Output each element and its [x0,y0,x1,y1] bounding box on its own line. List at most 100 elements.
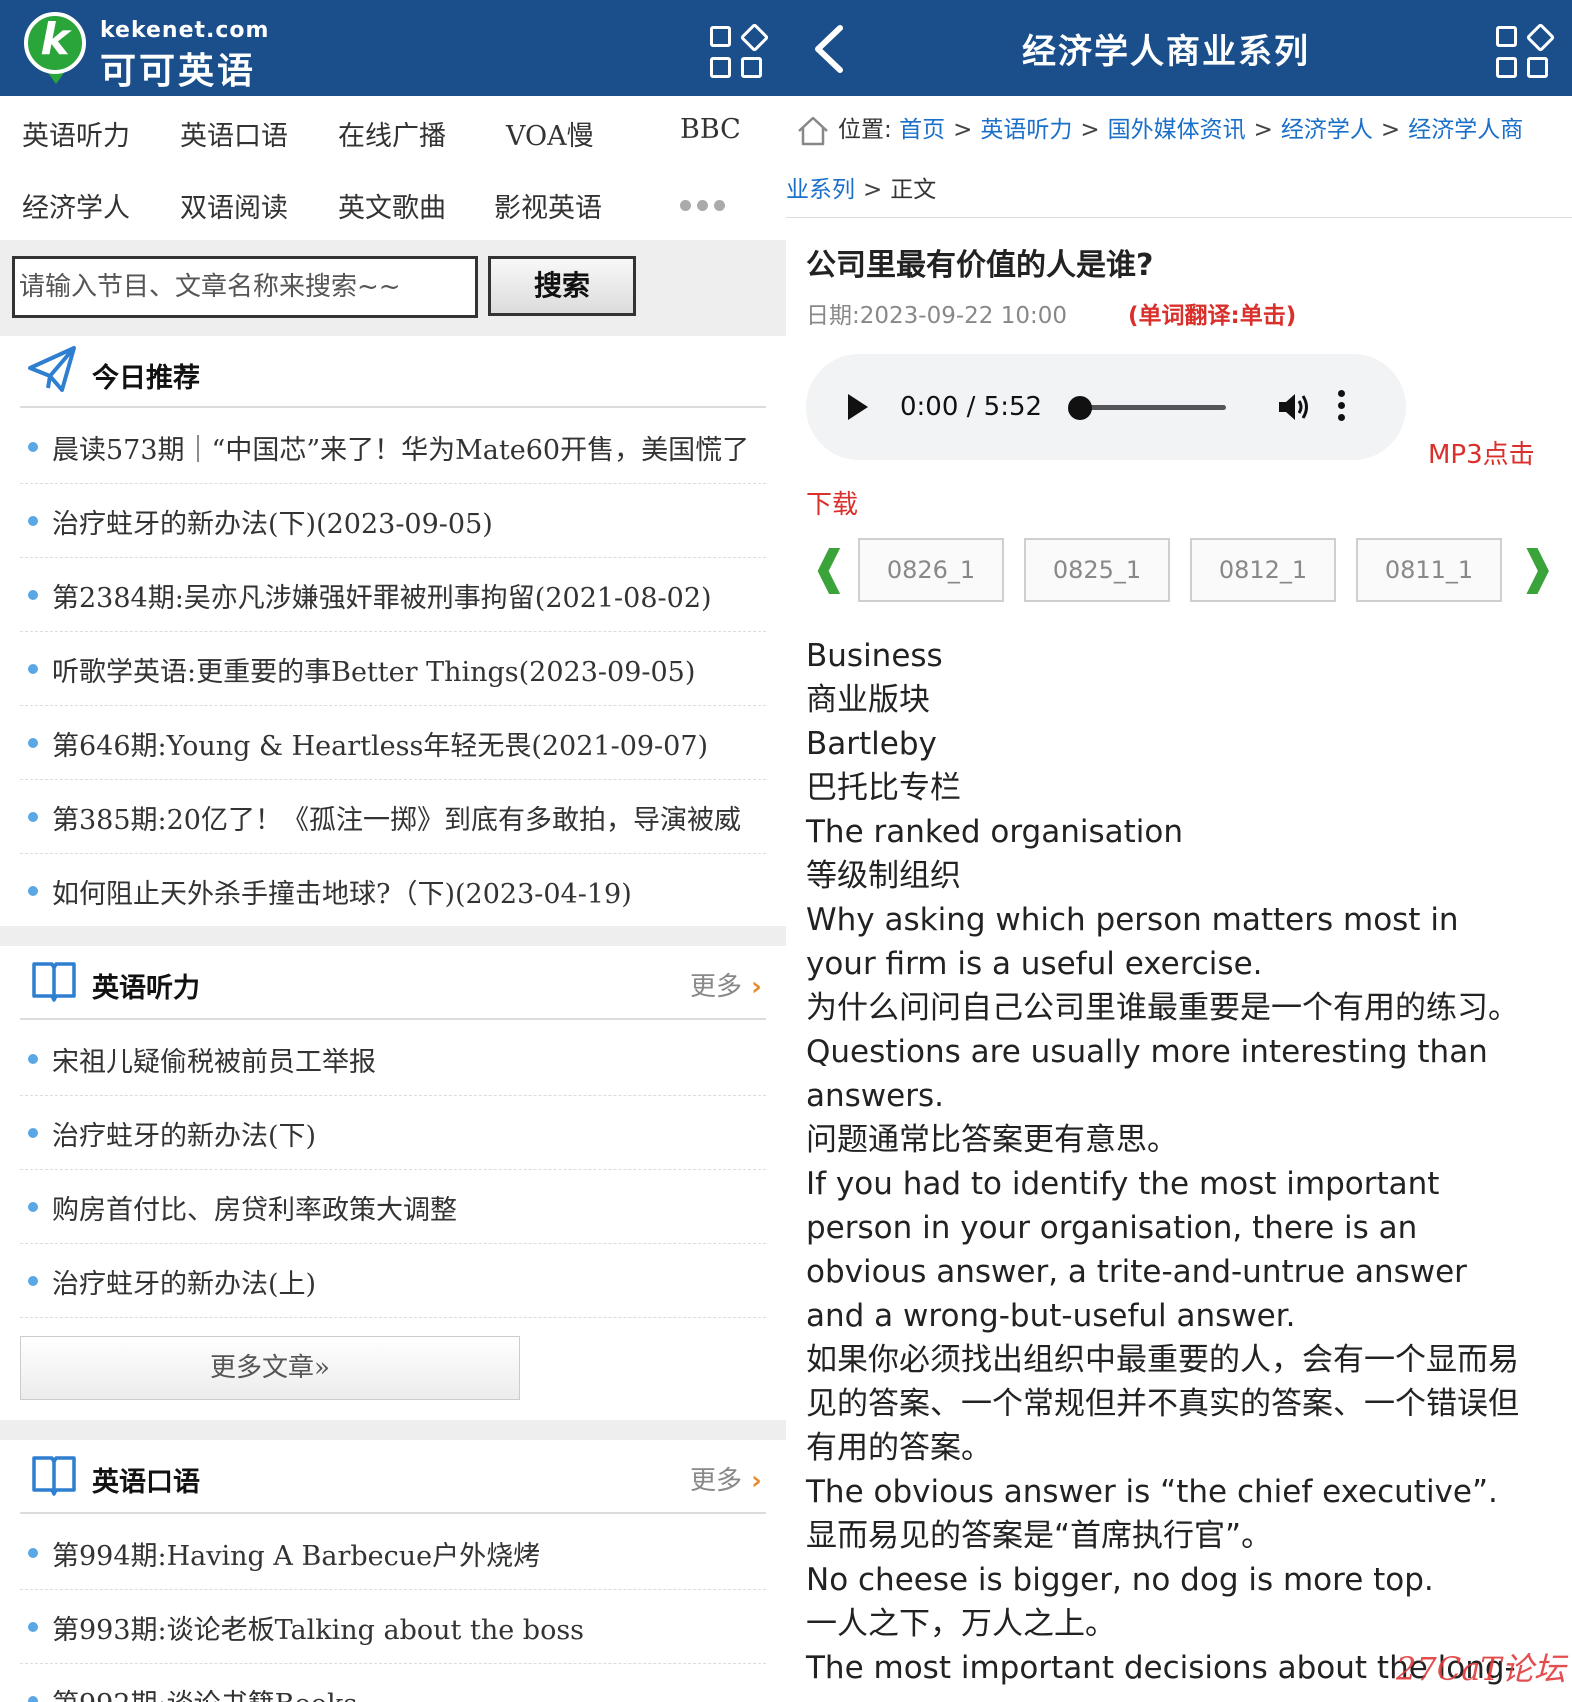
list-item[interactable]: 第385期:20亿了！《孤注一掷》到底有多敢拍，导演被威 [20,780,766,854]
pager-next-button[interactable]: ❱ [1518,540,1557,594]
list-item[interactable]: 晨读573期｜“中国芯”来了！华为Mate60开售，美国慌了 [20,410,766,484]
list-item[interactable]: 第994期:Having A Barbecue户外烧烤 [20,1516,766,1590]
divider [20,406,766,408]
right-pane: 经济学人商业系列 位置: 首页 > 英语听力 > 国外媒体资讯 > 经济学人 > 经济学人商 业… [786,0,1572,1702]
article-line: obvious answer, a trite-and-untrue answe… [806,1254,1467,1290]
article-line: answers. [806,1078,944,1114]
list-item[interactable]: 第2384期:吴亦凡涉嫌强奸罪被刑事拘留(2021-08-02) [20,558,766,632]
breadcrumb-label: 位置: [838,117,892,143]
search-button[interactable]: 搜索 [488,256,636,316]
article-line: Why asking which person matters most in [806,902,1459,938]
article-line: Business [806,638,943,674]
nav-item-voa[interactable]: VOA慢 [506,114,594,153]
nav-item-listening[interactable]: 英语听力 [22,114,130,153]
site-url: kekenet.com [100,18,270,43]
article-line: The obvious answer is “the chief executi… [806,1474,1498,1510]
grid-icon[interactable] [710,22,770,80]
list-item[interactable]: 治疗蛀牙的新办法(上) [20,1244,766,1318]
more-nav-dots-icon[interactable] [680,196,740,211]
chevron-right-icon: › [742,972,762,1002]
page-button[interactable]: 0826_1 [858,538,1004,602]
article-line: your firm is a useful exercise. [806,946,1263,982]
page-button[interactable]: 0812_1 [1190,538,1336,602]
back-icon[interactable] [808,24,848,74]
breadcrumb-current: 正文 [890,177,937,203]
more-articles-button[interactable]: 更多文章» [20,1336,520,1400]
list-item[interactable]: 第646期:Young & Heartless年轻无畏(2021-09-07) [20,706,766,780]
list-item[interactable]: 如何阻止天外杀手撞击地球?（下)(2023-04-19) [20,854,766,928]
article-body: Business 商业版块 Bartleby 巴托比专栏 The ranked orga… [806,634,1566,1690]
article-line: person in your organisation, there is an [806,1210,1418,1246]
category-nav: 英语听力 英语口语 在线广播 VOA慢 BBC 经济学人 双语阅读 英文歌曲 影… [0,96,786,240]
audio-player: 0:00 / 5:52 [806,354,1406,460]
article-line: The ranked organisation [806,814,1183,850]
forum-watermark: 27CaT论坛 [1396,1650,1566,1688]
seek-handle[interactable] [1068,396,1092,420]
section-gap [0,926,786,946]
list-item[interactable]: 听歌学英语:更重要的事Better Things(2023-09-05) [20,632,766,706]
nav-item-radio[interactable]: 在线广播 [338,114,446,153]
list-item[interactable]: 治疗蛀牙的新办法(下)(2023-09-05) [20,484,766,558]
page-button[interactable]: 0811_1 [1356,538,1502,602]
article-line: 为什么问问自己公司里谁最重要是一个有用的练习。 [806,990,1519,1026]
breadcrumb-line: 业系列 > 正文 [786,177,937,203]
nav-item-economist[interactable]: 经济学人 [22,186,130,225]
today-section-title: 今日推荐 [92,363,200,394]
paper-plane-icon [28,346,76,392]
nav-item-bbc[interactable]: BBC [680,114,741,145]
book-icon [32,1456,76,1496]
site-name: 可可英语 [100,51,257,92]
breadcrumb-economist-business[interactable]: 经济学人商 [1408,117,1523,143]
article-line: 有用的答案。 [806,1430,992,1466]
pager-prev-button[interactable]: ❰ [810,540,849,594]
article-header: 经济学人商业系列 [786,0,1572,96]
play-icon[interactable] [848,394,868,420]
kekenet-logo[interactable]: k [24,12,88,84]
article-line: 一人之下，万人之上。 [806,1606,1116,1642]
speaking-more-link[interactable]: 更多 › [690,1460,762,1497]
list-item[interactable]: 购房首付比、房贷利率政策大调整 [20,1170,766,1244]
nav-item-movies[interactable]: 影视英语 [494,186,602,225]
logo-letter: k [40,14,70,65]
nav-item-bilingual[interactable]: 双语阅读 [180,186,288,225]
list-item[interactable]: 第993期:谈论老板Talking about the boss [20,1590,766,1664]
header-title: 经济学人商业系列 [1022,32,1310,72]
article-line: No cheese is bigger, no dog is more top. [806,1562,1434,1598]
book-icon [32,962,76,1002]
search-input[interactable]: 请输入节目、文章名称来搜索~~ [12,256,478,318]
breadcrumb-economist-business[interactable]: 业系列 [786,177,855,203]
grid-icon[interactable] [1496,22,1556,80]
page-button[interactable]: 0825_1 [1024,538,1170,602]
list-item[interactable]: 第992期:谈论书籍Books [20,1664,766,1702]
breadcrumb-listening[interactable]: 英语听力 [980,117,1072,143]
divider [20,1018,766,1020]
breadcrumb: 位置: 首页 > 英语听力 > 国外媒体资讯 > 经济学人 > 经济学人商 业系列 > 正文 [786,96,1572,218]
translate-hint: (单词翻译:单击) [1128,303,1297,329]
search-bar: 请输入节目、文章名称来搜索~~ 搜索 [0,240,786,336]
section-gap [0,1420,786,1440]
more-vert-icon[interactable] [1338,390,1346,426]
list-item[interactable]: 治疗蛀牙的新办法(下) [20,1096,766,1170]
breadcrumb-economist[interactable]: 经济学人 [1281,117,1373,143]
article-line: 如果你必须找出组织中最重要的人，会有一个显而易 [806,1342,1519,1378]
article-line: 等级制组织 [806,858,961,894]
divider [20,1512,766,1514]
download-link[interactable]: 下载 [806,484,858,521]
site-header: k kekenet.com 可可英语 [0,0,786,96]
listening-more-link[interactable]: 更多 › [690,966,762,1003]
volume-icon[interactable] [1276,390,1312,424]
article-line: 见的答案、一个常规但并不真实的答案、一个错误但 [806,1386,1519,1422]
article-title: 公司里最有价值的人是谁? [806,248,1154,283]
article-line: If you had to identify the most importan… [806,1166,1440,1202]
seek-bar[interactable] [1078,405,1226,410]
breadcrumb-home[interactable]: 首页 [899,117,945,143]
mp3-download-link[interactable]: MP3点击 [1428,434,1535,471]
article-line: 商业版块 [806,682,930,718]
article-line: Questions are usually more interesting t… [806,1034,1488,1070]
nav-item-speaking[interactable]: 英语口语 [180,114,288,153]
article-line: 显而易见的答案是“首席执行官”。 [806,1518,1273,1554]
breadcrumb-foreign-media[interactable]: 国外媒体资讯 [1108,117,1246,143]
list-item[interactable]: 宋祖儿疑偷税被前员工举报 [20,1022,766,1096]
article-line: and a wrong-but-useful answer. [806,1298,1296,1334]
nav-item-songs[interactable]: 英文歌曲 [338,186,446,225]
